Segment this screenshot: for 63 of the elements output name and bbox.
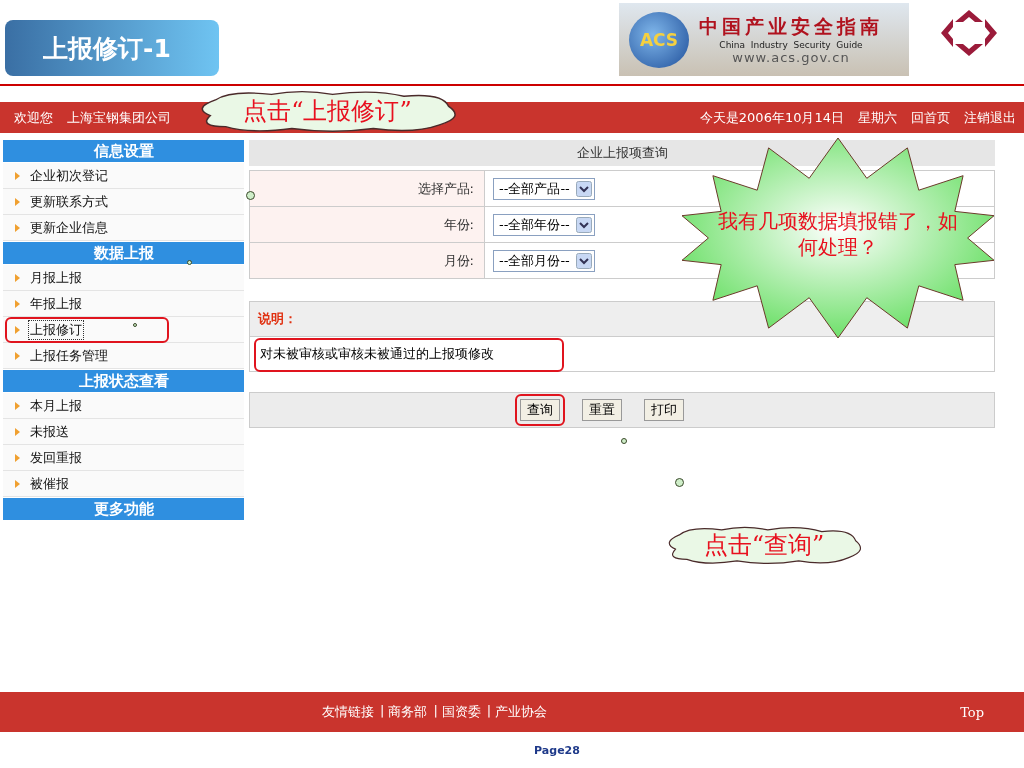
welcome-text: 欢迎您: [14, 108, 53, 127]
footer-link[interactable]: 产业协会: [495, 703, 548, 721]
sidebar-item[interactable]: 本月上报: [28, 395, 84, 416]
sidebar-section-header: 数据上报: [3, 242, 244, 264]
note-text: 对未被审核或审核未被通过的上报项修改: [260, 345, 494, 363]
sidebar-item[interactable]: 发回重报: [28, 447, 84, 468]
field-label: 选择产品:: [417, 179, 474, 198]
bullet-icon: [15, 453, 20, 462]
bullet-icon: [15, 427, 20, 436]
callout-text: 点击“上报修订”: [243, 96, 412, 127]
separator: |: [380, 703, 385, 720]
company-name: 上海宝钢集团公司: [67, 108, 171, 127]
thought-bubble-dot: [675, 478, 684, 487]
bullet-icon: [15, 223, 20, 232]
logo-subtitle: China Industry Security Guide: [719, 40, 863, 50]
sidebar-section-header: 更多功能: [3, 498, 244, 520]
page-number: Page28: [533, 744, 581, 757]
bullet-icon: [15, 401, 20, 410]
bullet-icon: [15, 479, 20, 488]
form-button[interactable]: 查询: [520, 399, 560, 421]
sidebar-item[interactable]: 被催报: [28, 473, 71, 494]
field-label: 月份:: [443, 251, 474, 270]
form-button[interactable]: 重置: [582, 399, 622, 421]
callout-text: 我有几项数据填报错了，如何处理？: [718, 208, 958, 260]
dropdown[interactable]: --全部月份--: [493, 249, 595, 272]
bullet-icon: [15, 171, 20, 180]
bullet-icon: [15, 197, 20, 206]
form-title: 企业上报项查询: [249, 140, 995, 166]
top-link[interactable]: 回首页: [911, 108, 950, 127]
logo-title: 中国产业安全指南: [699, 14, 883, 39]
date-text: 今天是2006年10月14日: [699, 108, 844, 127]
sidebar-item[interactable]: 月报上报: [28, 267, 84, 288]
note-heading: 说明：: [258, 310, 297, 328]
separator: |: [433, 703, 438, 720]
sidebar-item[interactable]: 未报送: [28, 421, 71, 442]
sidebar-item[interactable]: 上报修订: [28, 319, 84, 340]
top-link[interactable]: Top: [960, 704, 984, 720]
thought-bubble-dot: [187, 260, 192, 265]
dropdown[interactable]: --全部年份--: [493, 213, 595, 236]
dropdown[interactable]: --全部产品--: [493, 177, 595, 200]
separator: |: [486, 703, 492, 720]
callout-text: 点击“查询”: [703, 530, 825, 561]
bullet-icon: [15, 299, 20, 308]
sidebar-item[interactable]: 年报上报: [28, 293, 84, 314]
sidebar-section-header: 信息设置: [3, 140, 244, 162]
footer-link[interactable]: 商务部: [388, 703, 428, 721]
top-link[interactable]: 注销退出: [964, 108, 1016, 127]
weekday-text: 星期六: [858, 108, 897, 127]
thought-bubble-dot: [133, 323, 137, 327]
form-button[interactable]: 打印: [644, 399, 684, 421]
footer-link[interactable]: 友情链接: [322, 703, 374, 721]
logo-url: www.acs.gov.cn: [732, 50, 850, 65]
bullet-icon: [15, 273, 20, 282]
globe-logo: ACS: [629, 11, 689, 68]
slide-title: 上报修订-1: [5, 20, 219, 76]
bullet-icon: [15, 351, 20, 360]
sidebar-section-header: 上报状态查看: [3, 370, 244, 392]
thought-bubble-dot: [246, 191, 255, 200]
emblem-icon: [939, 8, 999, 58]
field-label: 年份:: [443, 215, 474, 234]
bullet-icon: [15, 325, 20, 334]
footer-link[interactable]: 国资委: [441, 703, 481, 721]
thought-bubble-dot: [621, 438, 627, 444]
